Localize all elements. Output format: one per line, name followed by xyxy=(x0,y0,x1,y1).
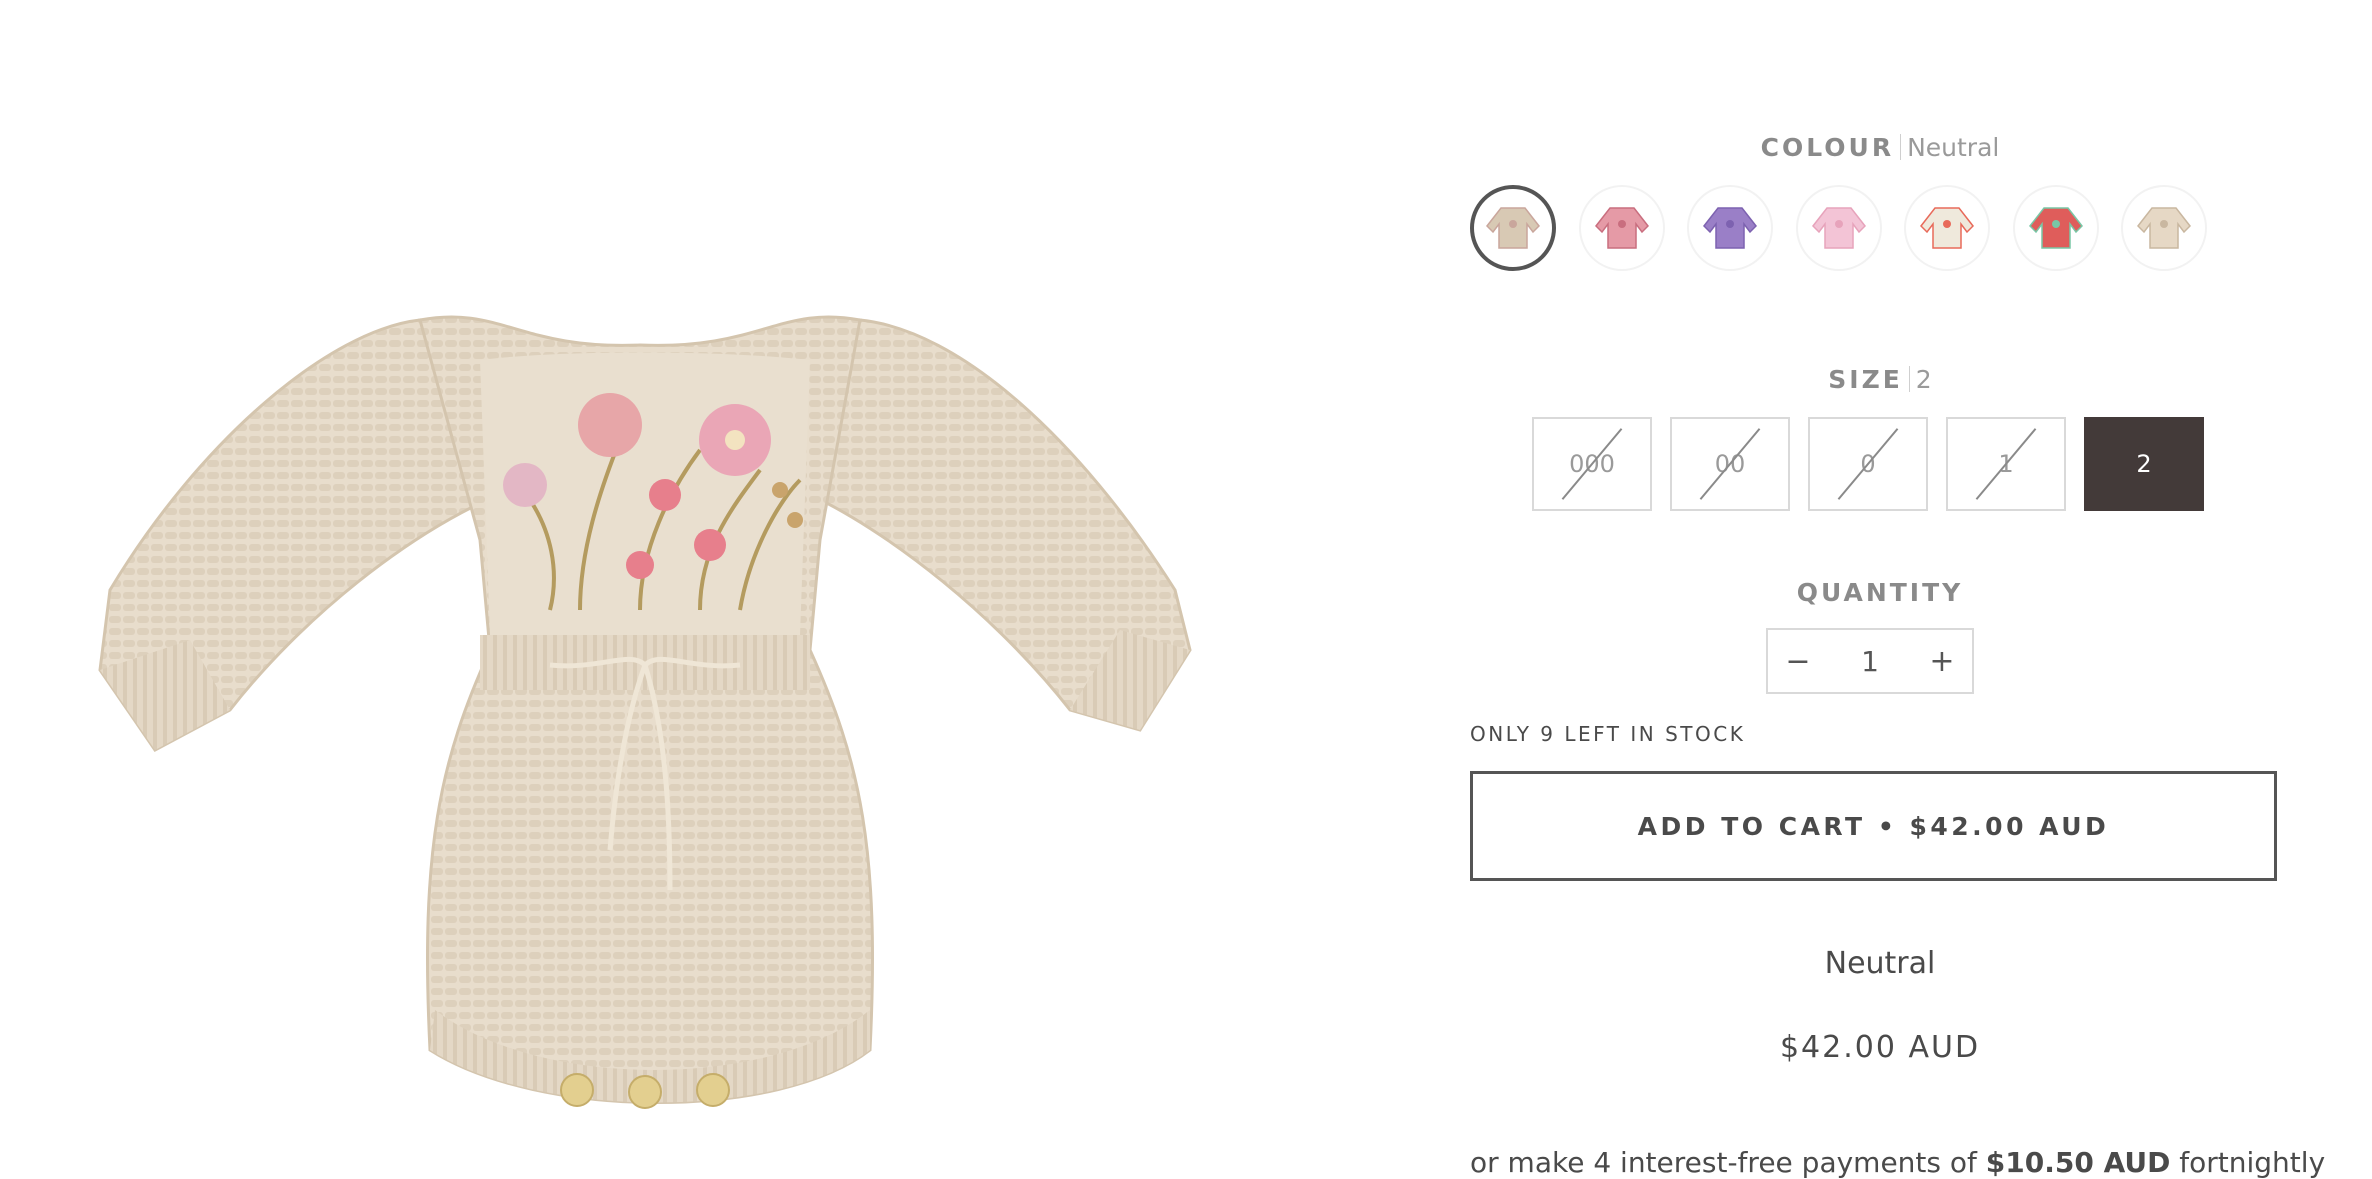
size-option-0[interactable]: 0 xyxy=(1808,417,1928,511)
colour-selected-value: Neutral xyxy=(1907,133,2000,162)
stock-message: ONLY 9 LEFT IN STOCK xyxy=(1470,722,1746,746)
colour-swatch-tie-romper-red[interactable] xyxy=(2012,185,2099,271)
quantity-option-label: QUANTITY xyxy=(1470,578,2290,607)
romper-thumbnail-icon xyxy=(1594,207,1649,249)
quantity-label: QUANTITY xyxy=(1796,578,1964,607)
quantity-value[interactable]: 1 xyxy=(1861,645,1879,678)
size-selected-value: 2 xyxy=(1915,365,1932,394)
size-options: 000 00 0 1 2 xyxy=(1470,417,2290,511)
colour-label: COLOUR xyxy=(1760,133,1895,162)
romper-thumbnail-icon xyxy=(1703,207,1757,249)
colour-swatch-neutral-romper[interactable] xyxy=(1470,185,1556,271)
colour-swatch-light-pink-romper[interactable] xyxy=(1795,185,1882,271)
size-label: SIZE xyxy=(1828,365,1903,394)
product-price: $42.00 AUD xyxy=(1779,1030,1981,1065)
size-option-label: 00 xyxy=(1714,450,1746,478)
size-option-1[interactable]: 1 xyxy=(1946,417,2066,511)
romper-illustration xyxy=(98,315,1192,1109)
quantity-increase-button[interactable]: + xyxy=(1912,630,1972,692)
size-option-2[interactable]: 2 xyxy=(2084,417,2204,511)
romper-thumbnail-icon xyxy=(1811,207,1866,249)
quantity-decrease-button[interactable]: − xyxy=(1768,630,1828,692)
colour-swatch-pink-romper[interactable] xyxy=(1578,185,1665,271)
afterpay-message: or make 4 interest-free payments of $10.… xyxy=(1470,1146,2325,1179)
size-option-00[interactable]: 00 xyxy=(1670,417,1790,511)
size-option-label: SIZE 2 xyxy=(1470,365,2290,394)
add-to-cart-button[interactable]: ADD TO CART • $42.00 AUD xyxy=(1470,771,2277,881)
size-option-label: 0 xyxy=(1860,450,1876,478)
size-option-000[interactable]: 000 xyxy=(1532,417,1652,511)
afterpay-amount: $10.50 AUD xyxy=(1985,1146,2171,1179)
romper-thumbnail-icon xyxy=(1486,207,1540,249)
colour-swatch-purple-romper[interactable] xyxy=(1687,185,1773,271)
quantity-stepper: − 1 + xyxy=(1766,628,1974,694)
colour-swatch-tie-romper-cream[interactable] xyxy=(1904,185,1990,271)
variant-title: Neutral xyxy=(1824,946,1936,981)
afterpay-prefix: or make 4 interest-free payments of xyxy=(1470,1146,1977,1179)
colour-option-label: COLOUR Neutral xyxy=(1470,133,2290,162)
colour-swatches xyxy=(1470,185,2290,277)
product-image[interactable] xyxy=(80,290,1340,1150)
size-option-label: 000 xyxy=(1569,450,1615,478)
romper-thumbnail-icon xyxy=(1920,207,1974,249)
romper-thumbnail-icon xyxy=(2137,207,2191,249)
label-divider xyxy=(1908,366,1910,392)
size-option-label: 2 xyxy=(2136,450,2152,478)
romper-thumbnail-icon xyxy=(2028,207,2083,249)
afterpay-suffix: fortnightly xyxy=(2179,1146,2326,1179)
colour-swatch-neutral-long-romper[interactable] xyxy=(2121,185,2207,271)
product-options-panel: COLOUR Neutral SIZE 2 000 00 0 1 2 QUANTITY − … xyxy=(1470,0,2325,1179)
size-option-label: 1 xyxy=(1998,450,2014,478)
label-divider xyxy=(1900,134,1902,160)
